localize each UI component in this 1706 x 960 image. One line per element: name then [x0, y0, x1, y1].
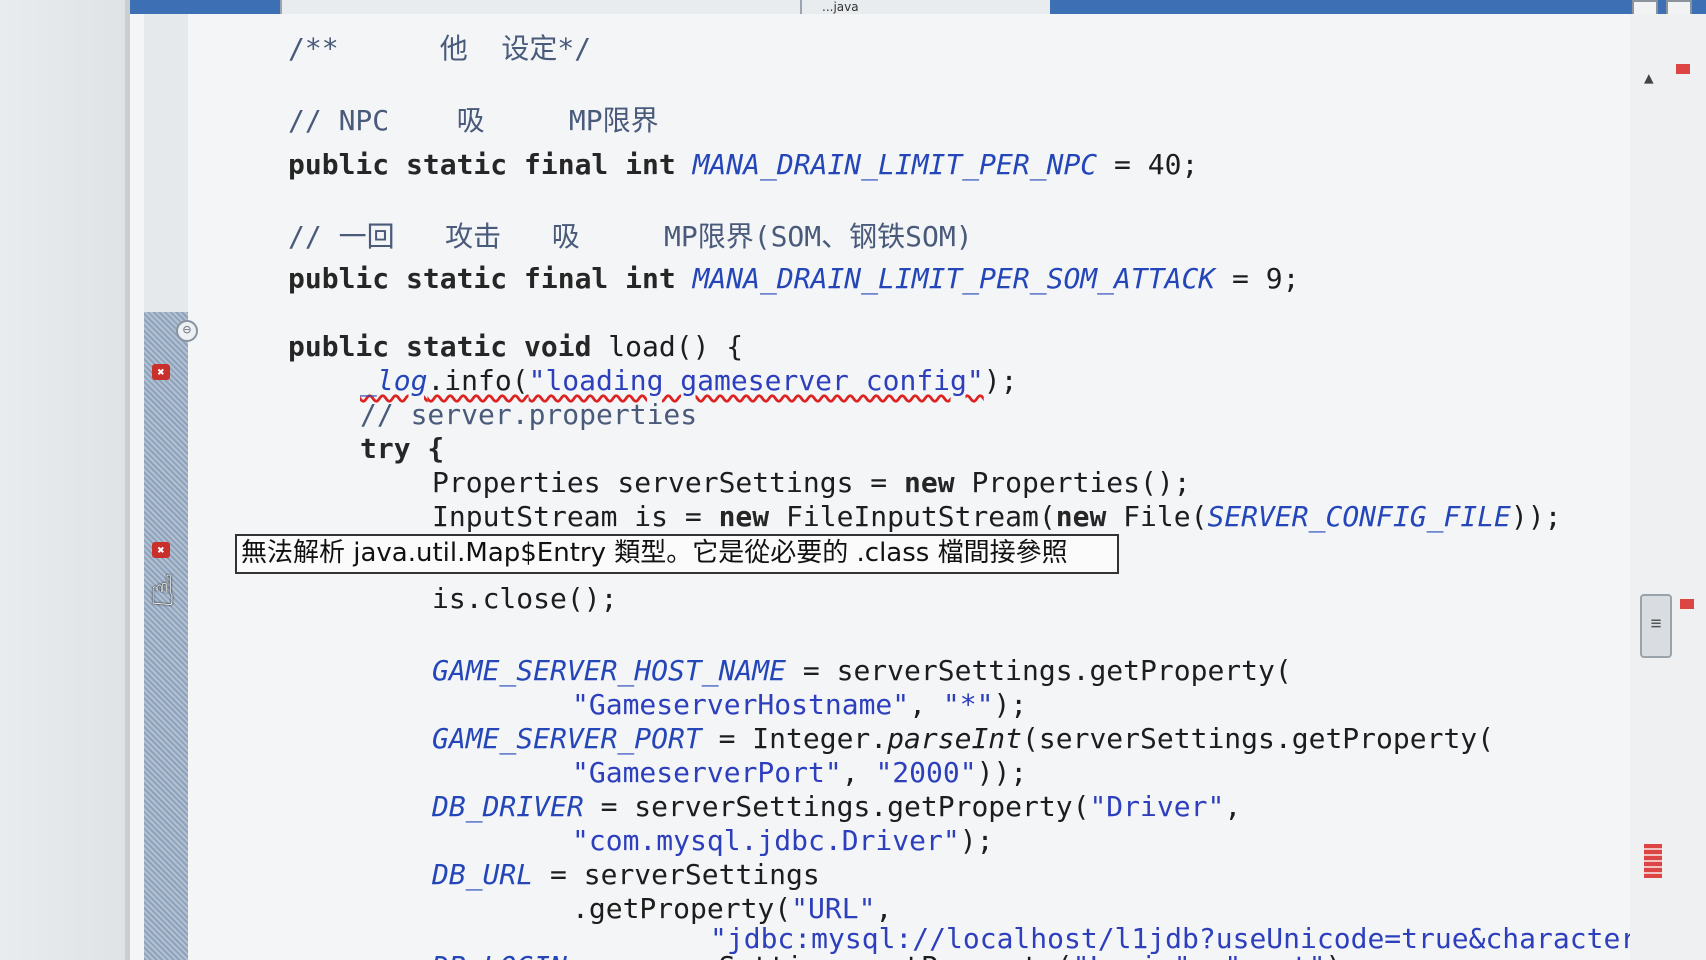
code-token: SERVER_CONFIG_FILE — [1207, 500, 1511, 533]
code-token: Properties(); — [954, 466, 1191, 499]
code-token: public static final int — [288, 148, 693, 181]
code-token: .info( — [427, 364, 529, 397]
code-token: ); — [959, 824, 994, 857]
editor-tab-strip: ...java — [130, 0, 1706, 16]
code-token: GAME_SERVER_PORT — [432, 722, 702, 755]
code-line: DB_LOGIN = serverSettings.getProperty("L… — [432, 952, 1359, 960]
code-token: parseInt — [887, 722, 1023, 755]
code-token: = Integer. — [701, 722, 888, 755]
code-token: )); — [1510, 500, 1562, 533]
code-editor[interactable]: ⊖ ✖ ✖ /** 他 设定*/ // NPC 吸 MP限界 public st… — [130, 14, 1630, 960]
code-token: "Login" — [1073, 950, 1191, 960]
code-line: "GameserverHostname", "*"); — [572, 690, 1027, 720]
code-token: = 9; — [1215, 262, 1300, 295]
code-token: , — [909, 688, 943, 721]
code-token: InputStream is = — [432, 500, 719, 533]
code-token: FileInputStream( — [769, 500, 1056, 533]
collapse-icon[interactable]: ⊖ — [176, 320, 198, 342]
code-token: , — [1191, 950, 1225, 960]
code-token: _log — [360, 364, 428, 397]
code-line-error: _log.info("loading gameserver config"); — [360, 366, 1017, 396]
code-line: "GameserverPort", "2000")); — [572, 758, 1027, 788]
code-token: ); — [1325, 950, 1359, 960]
code-line-comment: // NPC 吸 MP限界 — [288, 104, 659, 137]
code-token: "*" — [942, 688, 994, 721]
code-token: = 40; — [1097, 148, 1199, 181]
code-token: = serverSettings — [533, 858, 820, 891]
overview-ruler[interactable]: ▲ ≡ — [1630, 14, 1706, 960]
code-token: (serverSettings.getProperty( — [1022, 722, 1495, 755]
code-token: "GameserverPort" — [572, 756, 842, 789]
code-token: = serverSettings.getProperty( — [567, 950, 1073, 960]
code-token: public static void — [288, 330, 609, 363]
code-line: public static void load() { — [288, 332, 743, 362]
code-token: "root" — [1224, 950, 1325, 960]
code-token: DB_URL — [432, 858, 534, 891]
code-token: MANA_DRAIN_LIMIT_PER_SOM_ATTACK — [692, 262, 1216, 295]
error-tooltip: 無法解析 java.util.Map$Entry 類型。它是從必要的 .clas… — [235, 534, 1119, 574]
code-token: Properties serverSettings = — [432, 466, 905, 499]
code-token: .getProperty( — [572, 892, 792, 925]
code-token: MANA_DRAIN_LIMIT_PER_NPC — [692, 148, 1098, 181]
code-token: ); — [993, 688, 1028, 721]
code-token: , — [1224, 790, 1242, 823]
code-token: = serverSettings.getProperty( — [786, 654, 1292, 687]
code-line-comment: // 一回 攻击 吸 MP限界(SOM、钢铁SOM) — [288, 220, 973, 253]
code-token: "URL" — [791, 892, 876, 925]
code-line: public static final int MANA_DRAIN_LIMIT… — [288, 264, 1299, 294]
code-token: ); — [983, 364, 1018, 397]
scrollbar-thumb[interactable]: ≡ — [1640, 594, 1672, 658]
code-line: Properties serverSettings = new Properti… — [432, 468, 1191, 498]
code-line: try { — [360, 432, 445, 465]
error-icon[interactable]: ✖ — [152, 542, 170, 558]
code-line: DB_DRIVER = serverSettings.getProperty("… — [432, 792, 1241, 822]
left-panel — [0, 0, 131, 960]
editor-tab-active[interactable]: ...java — [800, 0, 1050, 14]
code-line: GAME_SERVER_HOST_NAME = serverSettings.g… — [432, 656, 1292, 686]
code-token: DB_DRIVER — [432, 790, 584, 823]
code-token: load() { — [608, 330, 744, 363]
code-token: "com.mysql.jdbc.Driver" — [572, 824, 960, 857]
code-token: "loading gameserver config" — [528, 364, 984, 397]
code-line: public static final int MANA_DRAIN_LIMIT… — [288, 150, 1198, 180]
error-overview-marker[interactable] — [1680, 599, 1694, 609]
code-token: File( — [1106, 500, 1208, 533]
code-token: , — [875, 892, 893, 925]
code-token: GAME_SERVER_HOST_NAME — [432, 654, 787, 687]
scroll-up-icon[interactable]: ▲ — [1644, 68, 1654, 87]
code-line: InputStream is = new FileInputStream(new… — [432, 502, 1561, 532]
code-line: .getProperty("URL", — [572, 894, 892, 924]
code-line-comment: /** 他 设定*/ — [288, 32, 592, 65]
code-token: , — [841, 756, 876, 789]
code-line: "com.mysql.jdbc.Driver"); — [572, 826, 993, 856]
error-overview-marker[interactable] — [1676, 64, 1690, 74]
ruler-range-indicator — [144, 312, 188, 960]
code-token: new — [1055, 500, 1107, 533]
code-line: is.close(); — [432, 582, 618, 615]
code-token: public static final int — [288, 262, 693, 295]
code-token: new — [718, 500, 770, 533]
code-line: DB_URL = serverSettings — [432, 860, 820, 890]
hand-cursor-icon: ☝ — [150, 566, 176, 615]
error-overview-marker[interactable] — [1644, 844, 1662, 878]
code-token: = serverSettings.getProperty( — [583, 790, 1090, 823]
error-icon[interactable]: ✖ — [152, 364, 170, 380]
code-token: )); — [976, 756, 1028, 789]
code-token: "2000" — [875, 756, 977, 789]
code-token: "GameserverHostname" — [572, 688, 910, 721]
code-token: "Driver" — [1089, 790, 1225, 823]
code-line: GAME_SERVER_PORT = Integer.parseInt(serv… — [432, 724, 1494, 754]
code-token: new — [904, 466, 955, 499]
code-token: DB_LOGIN — [432, 950, 567, 960]
code-line-comment: // server.properties — [360, 398, 698, 431]
